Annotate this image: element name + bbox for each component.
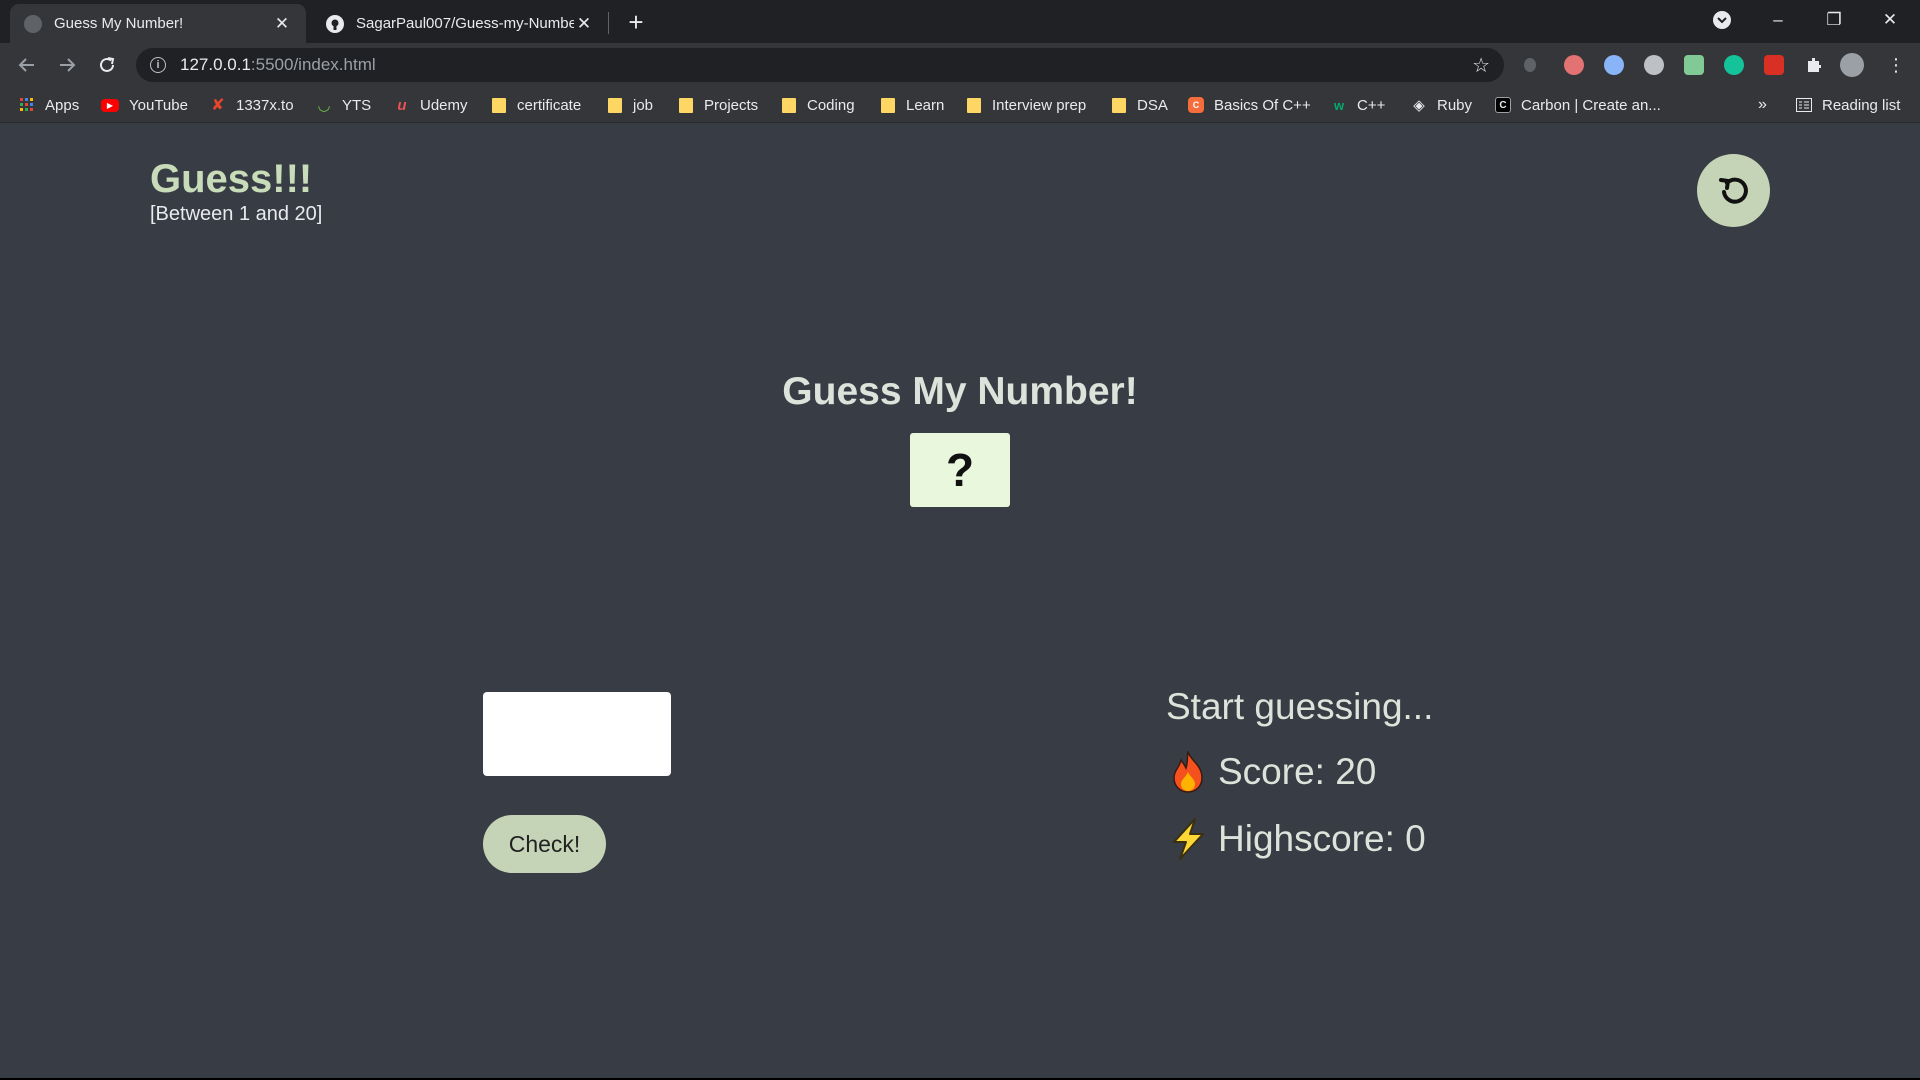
status-message: Start guessing... (1166, 686, 1434, 727)
folder-icon (781, 97, 797, 113)
globe-icon (24, 14, 42, 33)
page-title: Guess My Number! (782, 370, 1138, 413)
folder-icon (607, 97, 623, 113)
reload-icon (1718, 177, 1748, 204)
udemy-icon: u (397, 96, 407, 114)
lightning-icon (1166, 817, 1210, 861)
adobe-acrobat-icon[interactable] (1764, 55, 1784, 75)
arrow-left-icon (18, 58, 34, 72)
minimize-button[interactable]: – (1750, 0, 1806, 40)
score-row: Score: 20 (1166, 750, 1376, 794)
grammarly-icon[interactable] (1724, 55, 1744, 75)
game-page: Guess!!! [Between 1 and 20] Guess My Num… (0, 123, 1920, 1078)
1337x-icon: ✘ (211, 97, 225, 114)
kebab-menu-icon[interactable]: ⋮ (1886, 55, 1906, 75)
restore-button[interactable]: ❐ (1806, 0, 1862, 40)
bookmark-folder-projects[interactable]: Projects (678, 95, 758, 115)
reading-list-icon (1796, 97, 1812, 113)
bookmarks-overflow-button[interactable]: » (1758, 95, 1767, 115)
highscore-row: Highscore: 0 (1166, 817, 1426, 861)
extension-icon[interactable] (1684, 55, 1704, 75)
bookmark-folder-certificate[interactable]: certificate (491, 95, 581, 115)
extension-icon[interactable] (1524, 58, 1536, 72)
folder-icon (966, 97, 982, 113)
close-tab-icon[interactable]: ✕ (272, 14, 292, 34)
extension-icon[interactable] (1644, 55, 1664, 75)
bookmark-apps[interactable]: Apps (19, 95, 79, 115)
yts-icon: ◡ (318, 97, 330, 114)
bookmark-folder-job[interactable]: job (607, 95, 653, 115)
puzzle-extensions-icon[interactable] (1804, 55, 1824, 75)
bookmark-folder-learn[interactable]: Learn (880, 95, 944, 115)
extension-icon[interactable] (1604, 55, 1624, 75)
reload-button[interactable] (92, 50, 122, 80)
reload-icon (100, 57, 115, 72)
range-hint: [Between 1 and 20] (150, 203, 323, 225)
guess-input[interactable] (483, 692, 671, 776)
ruby-icon: ◈ (1413, 97, 1425, 114)
tab-github-repo[interactable]: SagarPaul007/Guess-my-Number ✕ (312, 4, 608, 43)
back-button[interactable] (12, 50, 42, 80)
score-label: Score: 20 (1218, 751, 1377, 792)
codingninjas-icon: C (1188, 97, 1204, 113)
github-icon (326, 14, 344, 33)
tab-search-button[interactable] (1694, 0, 1750, 40)
site-info-icon[interactable]: i (150, 57, 166, 73)
address-url: 127.0.0.1:5500/index.html (180, 55, 376, 74)
folder-icon (491, 97, 507, 113)
youtube-icon: ▶ (101, 98, 119, 112)
bookmarks-bar: Apps ▶ YouTube ✘ 1337x.to ◡ YTS u Udemy … (0, 87, 1920, 123)
browser-toolbar: i 127.0.0.1:5500/index.html ☆ ⋮ (0, 43, 1920, 87)
apps-grid-icon (19, 97, 35, 113)
w3-icon: w (1333, 97, 1345, 113)
carbon-icon: C (1495, 97, 1511, 113)
new-tab-button[interactable]: + (622, 7, 650, 37)
tab-title: Guess My Number! (54, 15, 184, 32)
bookmark-folder-interview-prep[interactable]: Interview prep (966, 95, 1086, 115)
address-bar[interactable]: i 127.0.0.1:5500/index.html ☆ (136, 48, 1504, 82)
secret-number-box: ? (910, 433, 1010, 507)
brand-title: Guess!!! (150, 157, 313, 201)
bookmark-1337x[interactable]: ✘ 1337x.to (210, 95, 293, 115)
bookmark-folder-coding[interactable]: Coding (781, 95, 855, 115)
bookmark-carbon[interactable]: C Carbon | Create an... (1495, 95, 1661, 115)
close-tab-icon[interactable]: ✕ (574, 14, 594, 34)
chevron-down-icon (1713, 11, 1731, 29)
bookmark-star-icon[interactable]: ☆ (1472, 53, 1490, 78)
folder-icon (880, 97, 896, 113)
bookmark-yts[interactable]: ◡ YTS (316, 95, 371, 115)
bookmark-folder-dsa[interactable]: DSA (1111, 95, 1168, 115)
bookmark-youtube[interactable]: ▶ YouTube (101, 95, 188, 115)
again-button[interactable] (1697, 154, 1770, 227)
tab-title: SagarPaul007/Guess-my-Number (356, 15, 574, 32)
fire-icon (1166, 750, 1210, 794)
bookmark-udemy[interactable]: u Udemy (394, 95, 467, 115)
highscore-label: Highscore: 0 (1218, 818, 1426, 859)
arrow-right-icon (60, 58, 76, 72)
folder-icon (678, 97, 694, 113)
tab-guess-my-number[interactable]: Guess My Number! ✕ (10, 4, 306, 43)
bookmark-cpp[interactable]: w C++ (1331, 95, 1385, 115)
extension-icon[interactable] (1564, 55, 1584, 75)
forward-button[interactable] (52, 50, 82, 80)
check-button[interactable]: Check! (483, 815, 606, 873)
tab-separator (608, 12, 609, 34)
bookmark-ruby[interactable]: ◈ Ruby (1411, 95, 1472, 115)
folder-icon (1111, 97, 1127, 113)
reading-list-button[interactable]: Reading list (1796, 95, 1900, 115)
window-close-button[interactable]: ✕ (1862, 0, 1918, 40)
browser-tab-strip: Guess My Number! ✕ SagarPaul007/Guess-my… (0, 0, 1920, 43)
avatar[interactable] (1840, 53, 1864, 77)
bookmark-basics-of-cpp[interactable]: C Basics Of C++ (1188, 95, 1311, 115)
